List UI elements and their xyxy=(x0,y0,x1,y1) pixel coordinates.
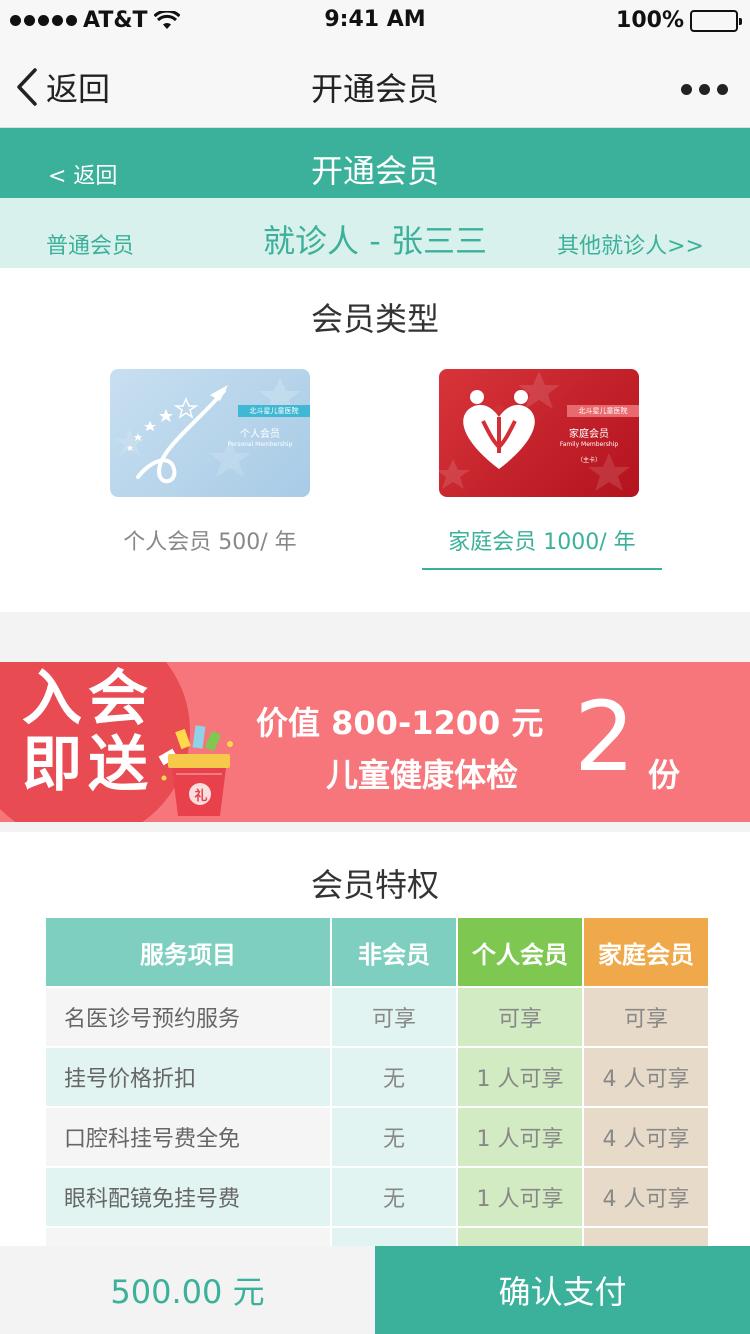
payment-bar: 500.00 元 确认支付 xyxy=(0,1246,750,1334)
service-cell: 眼科配镜免挂号费 xyxy=(46,1168,330,1226)
page-header: < 返回 开通会员 xyxy=(0,128,750,198)
service-cell: 名医诊号预约服务 xyxy=(46,988,330,1046)
non-member-cell: 无 xyxy=(332,1048,456,1106)
nav-title: 开通会员 xyxy=(310,70,439,108)
non-member-cell: 无 xyxy=(332,1168,456,1226)
promo-banner: 入会 即送 礼 价值 800-1200 元 儿童健康体检 2 份 xyxy=(0,662,750,822)
card-name: 家庭会员 xyxy=(569,429,609,440)
column-header-family: 家庭会员 xyxy=(584,918,708,986)
more-icon[interactable] xyxy=(681,84,728,95)
patient-bar: 普通会员 就诊人 - 张三三 其他就诊人>> xyxy=(0,198,750,268)
promo-count: 2 xyxy=(574,681,636,793)
battery-icon xyxy=(690,9,742,32)
family-cell: 4 人可享 xyxy=(584,1048,708,1106)
family-cell: 4 人可享 xyxy=(584,1108,708,1166)
service-cell: 口腔科挂号费全免 xyxy=(46,1108,330,1166)
table-row: 挂号价格折扣 无 1 人可享 4 人可享 xyxy=(46,1048,708,1106)
column-header-personal: 个人会员 xyxy=(458,918,582,986)
personal-cell: 1 人可享 xyxy=(458,1048,582,1106)
promo-unit: 份 xyxy=(648,756,681,794)
member-type-section: 会员类型 北斗星儿童医院 个人会员 Personal Membership 北斗… xyxy=(0,268,750,612)
confirm-payment-button[interactable]: 确认支付 xyxy=(375,1246,750,1334)
personal-cell: 可享 xyxy=(458,988,582,1046)
service-cell: 挂号价格折扣 xyxy=(46,1048,330,1106)
non-member-cell: 可享 xyxy=(332,988,456,1046)
table-row: 口腔科挂号费全免 无 1 人可享 4 人可享 xyxy=(46,1108,708,1166)
total-price: 500.00 元 xyxy=(0,1246,375,1334)
battery-indicator: 100% xyxy=(616,8,742,33)
promo-checkup-text: 儿童健康体检 xyxy=(326,756,519,794)
personal-cell: 1 人可享 xyxy=(458,1108,582,1166)
column-header-non-member: 非会员 xyxy=(332,918,456,986)
promo-join-text: 入会 xyxy=(22,664,154,734)
family-cell: 4 人可享 xyxy=(584,1168,708,1226)
page-title: 开通会员 xyxy=(310,152,439,190)
card-subtitle: Family Membership xyxy=(559,441,619,448)
promo-value-text: 价值 800-1200 元 xyxy=(256,704,544,742)
table-row: 名医诊号预约服务 可享 可享 可享 xyxy=(46,988,708,1046)
personal-membership-card[interactable]: 北斗星儿童医院 个人会员 Personal Membership xyxy=(110,369,310,497)
table-header-row: 服务项目 非会员 个人会员 家庭会员 xyxy=(46,918,708,986)
gift-label: 礼 xyxy=(194,789,208,804)
table-row: 眼科配镜免挂号费 无 1 人可享 4 人可享 xyxy=(46,1168,708,1226)
privileges-table: 服务项目 非会员 个人会员 家庭会员 名医诊号预约服务 可享 可享 可享 挂号价… xyxy=(44,916,710,1288)
member-type-title: 会员类型 xyxy=(310,300,439,338)
card-name: 个人会员 xyxy=(240,429,280,440)
non-member-cell: 无 xyxy=(332,1108,456,1166)
battery-percent: 100% xyxy=(616,8,684,33)
card-subtitle: Personal Membership xyxy=(227,441,293,448)
other-patients-link[interactable]: 其他就诊人>> xyxy=(557,228,704,260)
card-hospital-tag: 北斗星儿童医院 xyxy=(238,405,310,417)
card-main-tag: （主卡） xyxy=(576,457,601,464)
personal-membership-option[interactable]: 个人会员 500/ 年 xyxy=(110,524,310,556)
gift-box-icon xyxy=(158,725,233,816)
status-bar: AT&T 9:41 AM 100% xyxy=(0,0,750,40)
personal-cell: 1 人可享 xyxy=(458,1168,582,1226)
family-cell: 可享 xyxy=(584,988,708,1046)
family-membership-option[interactable]: 家庭会员 1000/ 年 xyxy=(422,524,662,570)
nav-bar: 返回 开通会员 xyxy=(0,40,750,128)
column-header-service: 服务项目 xyxy=(46,918,330,986)
promo-gift-text: 即送 xyxy=(22,730,154,800)
privileges-title: 会员特权 xyxy=(310,866,439,904)
card-hospital-tag: 北斗星儿童医院 xyxy=(567,405,639,417)
family-membership-card[interactable]: 北斗星儿童医院 家庭会员 Family Membership （主卡） xyxy=(439,369,639,497)
